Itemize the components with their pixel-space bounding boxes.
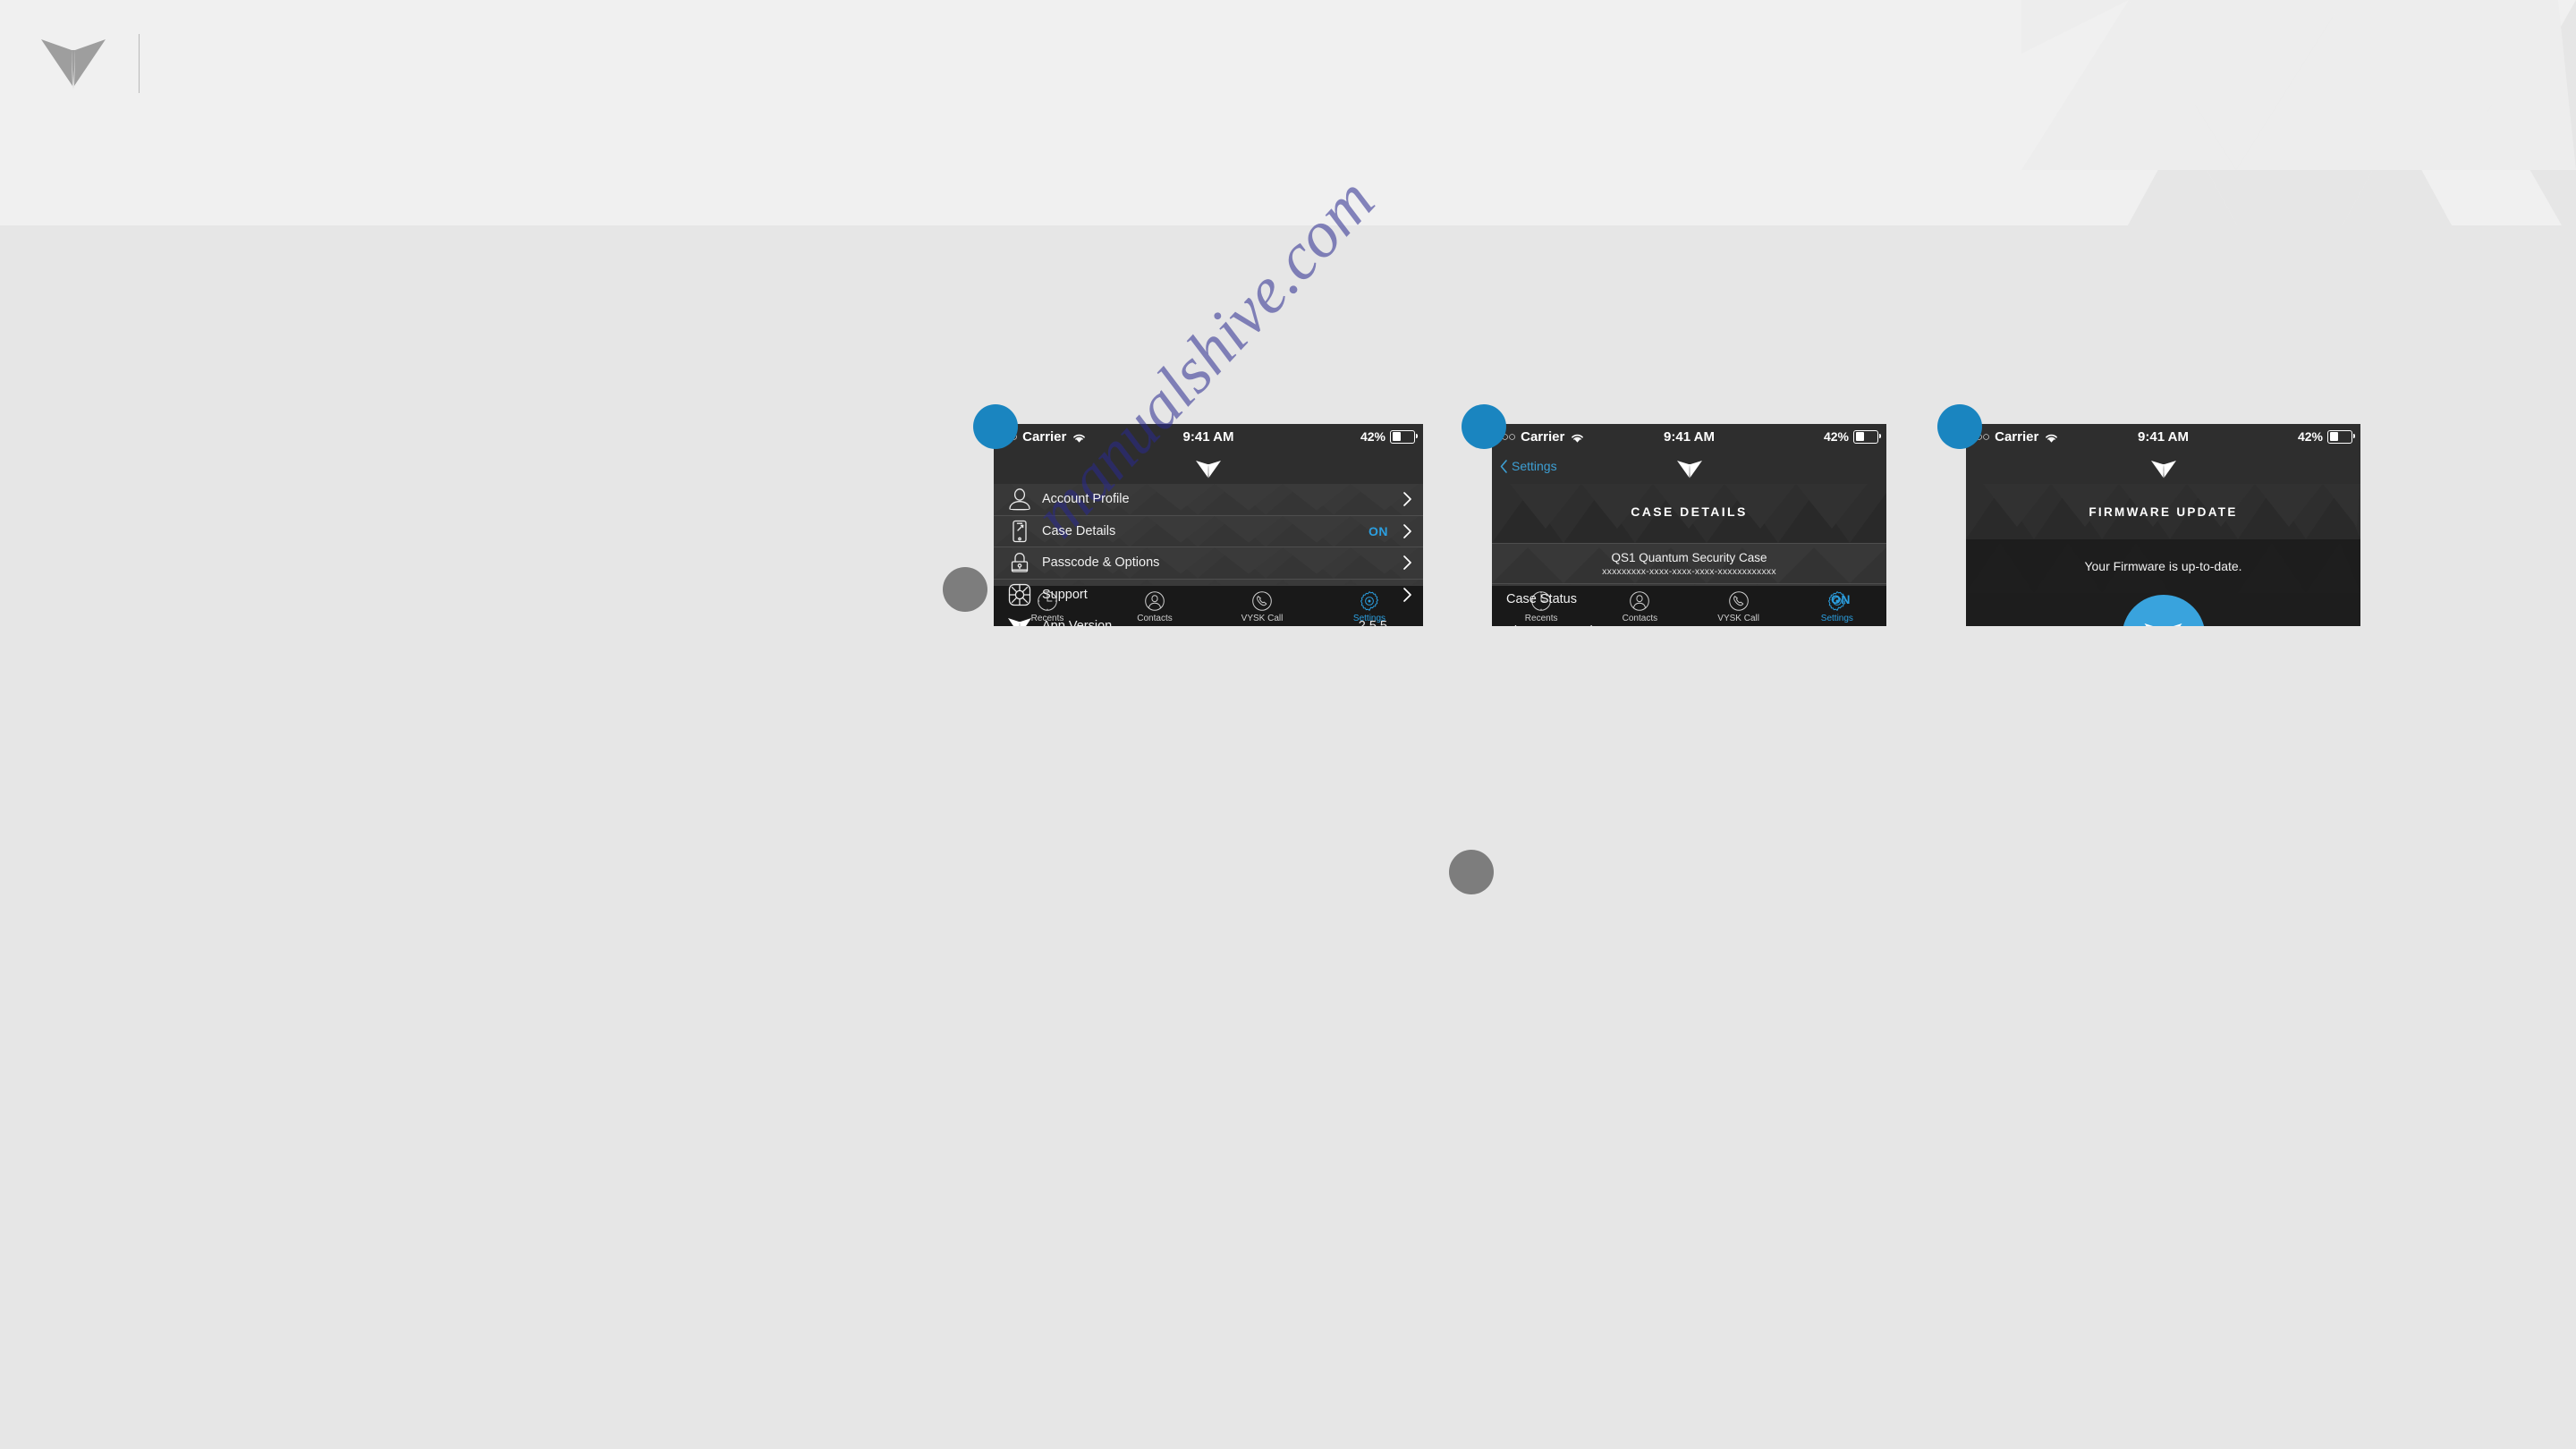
list-item-label: Support <box>1042 587 1088 602</box>
page-title: CASE DETAILS <box>1631 504 1748 519</box>
padlock-icon <box>1011 553 1029 572</box>
firmware-hero: FIRMWARE UPDATE <box>1966 484 2360 539</box>
marker-2 <box>943 567 987 612</box>
phone-screen-firmware-update: ○○ Carrier 9:41 AM 42% FIRMWARE UPDATE Y… <box>1966 424 2360 626</box>
padlock-icon <box>1006 551 1033 574</box>
header-divider <box>139 34 140 93</box>
marker-5 <box>1937 404 1982 449</box>
vysk-logo-icon <box>41 39 106 89</box>
case-details-hero: CASE DETAILS <box>1492 484 1886 543</box>
battery-icon <box>1390 429 1418 444</box>
battery-percent-label: 42% <box>1823 429 1849 444</box>
life-ring-icon <box>1006 583 1033 606</box>
marker-3 <box>1462 404 1506 449</box>
vysk-logo-icon <box>2150 461 2176 479</box>
list-item-value: 8.0.6 <box>1822 624 1851 626</box>
status-bar-right: 42% <box>2297 429 2355 444</box>
firmware-status-message: Your Firmware is up-to-date. <box>2084 559 2242 573</box>
vysk-logo-icon <box>1676 461 1702 479</box>
chevron-right-icon <box>1403 587 1411 602</box>
battery-icon <box>1853 429 1881 444</box>
back-button[interactable]: Settings <box>1500 459 1557 473</box>
case-name-label: QS1 Quantum Security Case <box>1611 551 1767 564</box>
vysk-v-logo-icon <box>1008 618 1031 626</box>
list-item-label: Firmware Version <box>1506 624 1822 626</box>
list-item[interactable]: Account Profile <box>994 484 1423 516</box>
phone-case-icon <box>1006 520 1033 543</box>
chevron-right-icon <box>1403 555 1411 571</box>
vysk-v-logo <box>1006 614 1033 626</box>
list-item-value: ON <box>1831 592 1851 607</box>
status-bar: ○○ Carrier 9:41 AM 42% <box>1966 424 2360 451</box>
list-item-label: App Version <box>1042 619 1359 626</box>
list-item-value: 2.5.5 <box>1359 619 1387 626</box>
marker-4 <box>1449 850 1494 894</box>
list-item-label: Account Profile <box>1042 492 1130 507</box>
tab-label: Contacts <box>1622 614 1658 623</box>
page-header <box>0 0 2576 225</box>
phone-screen-case-details: ○○ Carrier 9:41 AM 42% Settings CASE DET… <box>1492 424 1886 626</box>
vysk-logo-badge <box>2122 595 2205 626</box>
nav-bar <box>994 451 1423 484</box>
list-item[interactable]: Case Details ON <box>994 515 1423 547</box>
case-id-label: xxxxxxxxx-xxxx-xxxx-xxxx-xxxxxxxxxxxx <box>1602 566 1776 577</box>
battery-percent-label: 42% <box>2297 429 2323 444</box>
page-title: FIRMWARE UPDATE <box>2089 505 2238 519</box>
tab-label: Recents <box>1524 614 1558 623</box>
header-triangle-pattern <box>2021 0 2576 225</box>
phone-screen-settings: ○○ Carrier 9:41 AM 42% A <box>994 424 1423 626</box>
battery-percent-label: 42% <box>1360 429 1385 444</box>
vysk-logo-icon <box>1196 461 1221 479</box>
nav-bar: Settings <box>1492 451 1886 484</box>
tab-label: VYSK Call <box>1717 614 1759 623</box>
status-bar-right: 42% <box>1360 429 1418 444</box>
status-bar-time: 9:41 AM <box>1182 429 1234 445</box>
list-item-label: Passcode & Options <box>1042 555 1160 571</box>
person-icon <box>1009 488 1030 511</box>
back-label: Settings <box>1512 459 1557 473</box>
case-identity-block: QS1 Quantum Security Case xxxxxxxxx-xxxx… <box>1492 543 1886 584</box>
status-bar: ○○ Carrier 9:41 AM 42% <box>1492 424 1886 451</box>
chevron-right-icon <box>1403 492 1411 507</box>
list-item-value: ON <box>1368 523 1388 538</box>
chevron-right-icon <box>1403 523 1411 538</box>
nav-bar <box>1966 451 2360 484</box>
list-item-label: Case Details <box>1042 523 1116 538</box>
list-item-label: Case Status <box>1506 592 1577 607</box>
battery-icon <box>2327 429 2355 444</box>
marker-1 <box>973 404 1018 449</box>
life-ring-icon <box>1008 583 1031 606</box>
tab-label: Settings <box>1820 614 1853 623</box>
list-item[interactable]: Passcode & Options <box>994 547 1423 580</box>
phone-case-icon <box>1013 520 1027 542</box>
firmware-body: Your Firmware is up-to-date. EXIT <box>1966 539 2360 626</box>
person-icon <box>1006 487 1033 511</box>
vysk-v-logo-icon <box>2144 623 2182 626</box>
status-bar-right: 42% <box>1823 429 1881 444</box>
chevron-left-icon <box>1500 459 1507 473</box>
status-bar: ○○ Carrier 9:41 AM 42% <box>994 424 1423 451</box>
